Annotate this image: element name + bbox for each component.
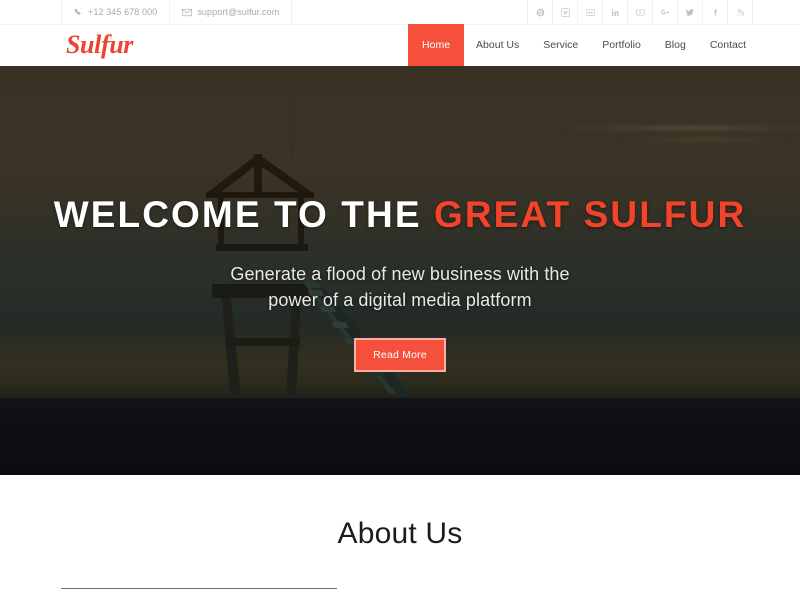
top-bar: +12 345 678 000 support@sulfur.com — [0, 0, 800, 25]
flickr-icon[interactable] — [577, 0, 602, 24]
phone-number-text: +12 345 678 000 — [88, 7, 158, 17]
google-plus-icon[interactable] — [652, 0, 677, 24]
rss-icon[interactable] — [727, 0, 753, 24]
nav-item-contact[interactable]: Contact — [698, 24, 758, 66]
about-section-title: About Us — [337, 517, 463, 550]
linkedin-icon[interactable] — [602, 0, 627, 24]
facebook-icon[interactable] — [702, 0, 727, 24]
nav-item-about-us[interactable]: About Us — [464, 24, 531, 66]
nav-item-service[interactable]: Service — [531, 24, 590, 66]
hero-content: WELCOME TO THE GREAT SULFUR Generate a f… — [0, 66, 800, 475]
hero-title-accent: GREAT SULFUR — [433, 194, 747, 235]
nav-item-blog[interactable]: Blog — [653, 24, 698, 66]
hero-subtitle-line-1: Generate a flood of new business with th… — [230, 264, 570, 284]
site-header: Sulfur Home About Us Service Portfolio B… — [0, 24, 800, 66]
phone-icon — [74, 8, 83, 17]
skype-icon[interactable] — [527, 0, 552, 24]
hero-subtitle: Generate a flood of new business with th… — [0, 261, 800, 313]
read-more-button[interactable]: Read More — [354, 338, 446, 372]
top-bar-contact-group: +12 345 678 000 support@sulfur.com — [61, 0, 293, 24]
youtube-icon[interactable] — [627, 0, 652, 24]
site-logo[interactable]: Sulfur — [66, 30, 133, 60]
hero-subtitle-line-2: power of a digital media platform — [268, 290, 532, 310]
main-navigation: Home About Us Service Portfolio Blog Con… — [408, 24, 758, 66]
twitter-icon[interactable] — [677, 0, 702, 24]
nav-item-portfolio[interactable]: Portfolio — [590, 24, 653, 66]
hero-cta-wrapper: Read More — [0, 338, 800, 372]
email-contact-item[interactable]: support@sulfur.com — [169, 0, 293, 24]
page-root: +12 345 678 000 support@sulfur.com Sulfu… — [0, 0, 800, 600]
vimeo-icon[interactable] — [552, 0, 577, 24]
hero-title: WELCOME TO THE GREAT SULFUR — [0, 193, 800, 237]
email-address-text: support@sulfur.com — [197, 7, 280, 17]
hero-banner: WELCOME TO THE GREAT SULFUR Generate a f… — [0, 66, 800, 475]
hero-title-primary: WELCOME TO THE — [53, 194, 422, 235]
phone-contact-item[interactable]: +12 345 678 000 — [61, 0, 171, 24]
nav-item-home[interactable]: Home — [408, 24, 465, 66]
hero-title-spacer — [422, 194, 434, 235]
about-section: About Us — [0, 475, 800, 600]
envelope-icon — [182, 8, 193, 17]
social-links-group — [527, 0, 753, 24]
about-section-divider — [61, 588, 337, 589]
